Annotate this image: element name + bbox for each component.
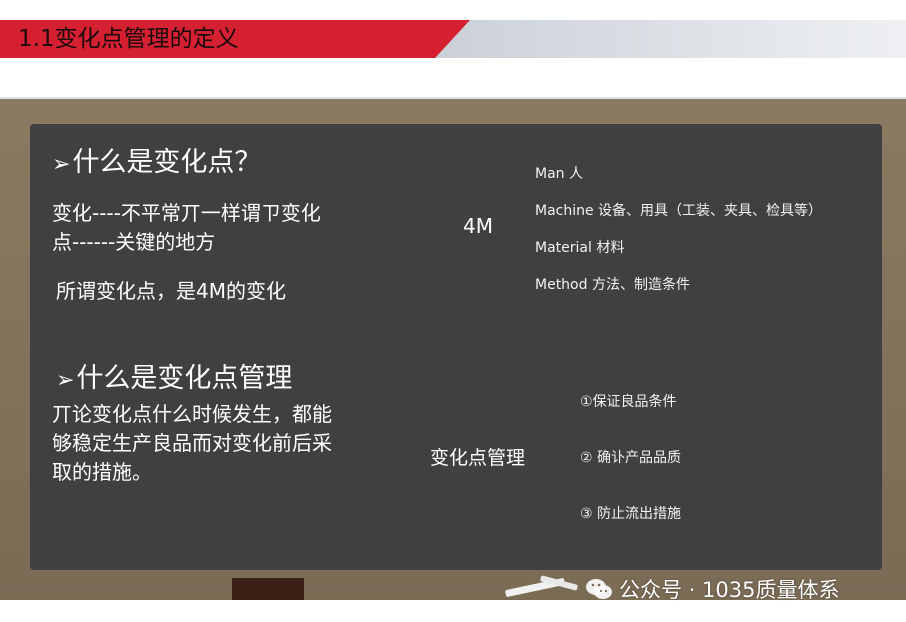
section2-heading: ➢什么是变化点管理 [56,356,292,395]
watermark: 公众号 · 1035质量体系 [585,574,839,605]
mgmt-item-3: ③ 防止流出措施 [580,506,682,522]
mgmt-item-1: ①保证良品条件 [580,394,677,410]
m-item-man: Man 人 [535,166,583,182]
mgmt-item-2: ② 确讣产品品质 [580,450,682,466]
watermark-text: 公众号 · 1035质量体系 [619,578,840,602]
section2-line1: 丌论变化点什么时候发生，都能 [52,402,332,426]
chalkboard [30,124,882,570]
section1-line3: 所谓变化点，是4M的变化 [56,279,286,303]
header-bar: 1.1变化点管理的定义 [0,20,906,58]
m-item-material: Material 材料 [535,240,625,256]
section2-line2: 够稳定生产良品而对变化前后采 [52,431,332,455]
section1-line1: 变化----不平常丌一样谓ㄗ变化 [52,201,321,225]
m-item-machine: Machine 设备、用具（工装、夹具、检具等） [535,203,823,219]
section2-heading-text: 什么是变化点管理 [76,363,293,394]
section1-center-label: 4M [463,214,493,238]
page-title: 1.1变化点管理的定义 [18,26,239,52]
section1-heading: ➢什么是变化点？ [52,140,261,179]
section1-line2: 点------关键的地方 [52,230,216,254]
section2-line3: 取的措施。 [52,460,152,484]
m-item-method: Method 方法、制造条件 [535,277,690,293]
eraser [232,578,304,602]
section2-center-label: 变化点管理 [430,447,526,469]
section1-heading-text: 什么是变化点？ [72,147,262,178]
wechat-icon [585,578,613,605]
arrow-bullet-icon: ➢ [52,152,71,177]
arrow-bullet-icon: ➢ [56,368,75,393]
